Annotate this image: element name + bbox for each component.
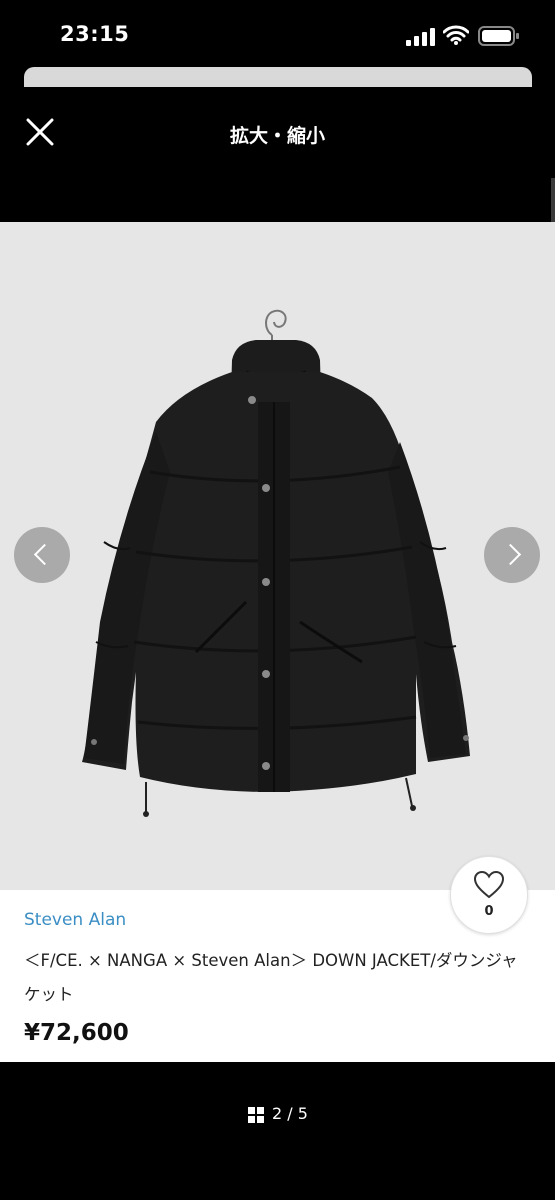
heart-icon [473, 870, 505, 899]
battery-icon [478, 26, 519, 46]
product-price: ¥72,600 [24, 1020, 129, 1046]
scroll-edge [551, 178, 555, 222]
grid-icon [248, 1107, 264, 1123]
bottom-bar: 2 / 5 [0, 1062, 555, 1200]
signal-icon [406, 28, 435, 46]
wifi-icon [443, 25, 469, 45]
brand-link[interactable]: Steven Alan [24, 910, 126, 930]
status-bar: 23:15 [0, 0, 555, 66]
product-title: ＜F/CE. × NANGA × Steven Alan＞ DOWN JACKE… [24, 951, 518, 1004]
status-time: 23:15 [60, 22, 130, 46]
page-title: 拡大・縮小 [229, 125, 325, 147]
like-count: 0 [484, 904, 494, 919]
product-image-viewer[interactable] [0, 222, 555, 890]
page-count: 2 / 5 [272, 1104, 308, 1123]
product-photo [0, 222, 555, 890]
sheet-top-edge [24, 67, 532, 87]
nav-bar: 拡大・縮小 [0, 88, 555, 178]
next-image-button[interactable] [484, 527, 540, 583]
chevron-right-icon [499, 543, 522, 566]
previous-image-button[interactable] [14, 527, 70, 583]
like-button[interactable]: 0 [450, 856, 528, 934]
chevron-left-icon [33, 543, 56, 566]
